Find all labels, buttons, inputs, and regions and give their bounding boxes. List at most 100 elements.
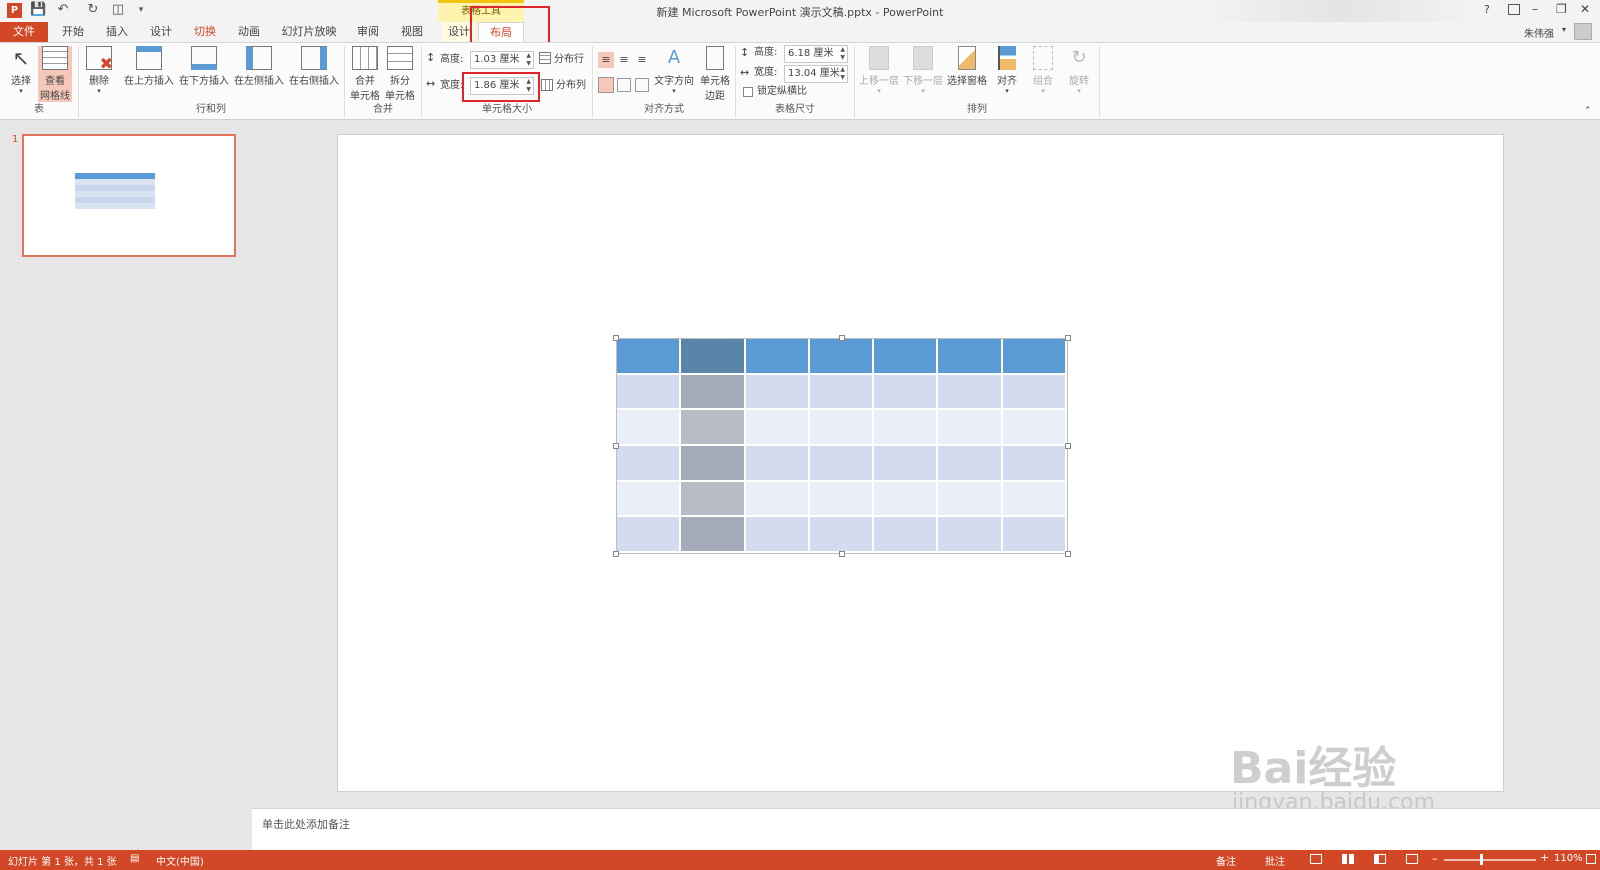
table-cell[interactable] xyxy=(745,374,810,411)
table-cell[interactable] xyxy=(938,374,1003,411)
table-cell[interactable] xyxy=(938,339,1003,375)
resize-handle[interactable] xyxy=(839,335,845,341)
table-cell[interactable] xyxy=(874,339,939,375)
table-cell[interactable] xyxy=(938,445,1003,482)
split-cells-button[interactable]: 拆分 单元格 xyxy=(383,46,417,102)
tab-animations[interactable]: 动画 xyxy=(231,22,267,42)
table-cell[interactable] xyxy=(809,339,875,375)
resize-handle[interactable] xyxy=(613,443,619,449)
table-cell[interactable] xyxy=(681,481,746,518)
spinner-arrows-icon[interactable]: ▲ ▼ xyxy=(526,52,531,68)
text-direction-button[interactable]: A 文字方向 ▾ xyxy=(653,46,695,102)
table-cell[interactable] xyxy=(809,410,875,446)
table-cell[interactable] xyxy=(809,481,875,518)
avatar[interactable] xyxy=(1574,23,1592,40)
start-from-beginning-icon[interactable]: ◫ xyxy=(110,2,126,18)
table-row[interactable] xyxy=(617,517,1067,553)
tab-design[interactable]: 设计 xyxy=(143,22,179,42)
resize-handle[interactable] xyxy=(613,335,619,341)
table-cell[interactable] xyxy=(745,339,810,375)
resize-handle[interactable] xyxy=(613,551,619,557)
close-button[interactable]: ✕ xyxy=(1580,2,1590,16)
table-cell[interactable] xyxy=(681,517,746,553)
align-bottom-icon[interactable] xyxy=(635,78,649,92)
tab-file[interactable]: 文件 xyxy=(0,22,48,42)
table-cell[interactable] xyxy=(681,445,746,482)
spinner-arrows-icon[interactable]: ▲ ▼ xyxy=(840,46,845,62)
undo-icon[interactable]: ↶ xyxy=(55,2,71,18)
slide-table[interactable] xyxy=(617,339,1067,553)
table-row[interactable] xyxy=(617,374,1067,411)
table-cell[interactable] xyxy=(809,445,875,482)
user-dropdown-icon[interactable]: ▾ xyxy=(1562,25,1566,34)
table-cell[interactable] xyxy=(874,374,939,411)
align-right-icon[interactable]: ≡ xyxy=(634,52,650,68)
insert-right-button[interactable]: 在右侧插入 xyxy=(287,46,341,102)
table-cell[interactable] xyxy=(745,445,810,482)
table-cell[interactable] xyxy=(1002,410,1067,446)
notes-toggle[interactable]: 备注 xyxy=(1216,853,1236,868)
align-button[interactable]: 对齐 ▾ xyxy=(990,46,1024,102)
table-cell[interactable] xyxy=(1002,445,1067,482)
table-cell[interactable] xyxy=(809,374,875,411)
tab-review[interactable]: 审阅 xyxy=(350,22,386,42)
table-row[interactable] xyxy=(617,410,1067,446)
tab-home[interactable]: 开始 xyxy=(55,22,91,42)
table-cell[interactable] xyxy=(874,445,939,482)
notes-pane[interactable] xyxy=(252,808,1600,850)
zoom-out-button[interactable]: – xyxy=(1432,852,1438,865)
table-cell[interactable] xyxy=(617,445,682,482)
table-frame[interactable] xyxy=(616,338,1068,554)
distribute-columns-button[interactable]: 分布列 xyxy=(556,77,586,95)
zoom-in-button[interactable]: + xyxy=(1540,851,1549,864)
normal-view-icon[interactable] xyxy=(1310,854,1322,864)
table-height-input[interactable]: 6.18 厘米 ▲ ▼ xyxy=(784,45,848,63)
align-left-icon[interactable]: ≡ xyxy=(598,52,614,68)
notes-placeholder[interactable]: 单击此处添加备注 xyxy=(262,816,350,832)
table-cell[interactable] xyxy=(874,517,939,553)
table-cell[interactable] xyxy=(681,410,746,446)
cell-height-input[interactable]: 1.03 厘米 ▲ ▼ xyxy=(470,51,534,69)
table-cell[interactable] xyxy=(874,481,939,518)
table-cell[interactable] xyxy=(617,339,682,375)
insert-below-button[interactable]: 在下方插入 xyxy=(177,46,231,102)
table-cell[interactable] xyxy=(681,374,746,411)
align-middle-icon[interactable] xyxy=(617,78,631,92)
bring-forward-button[interactable]: 上移一层 ▾ xyxy=(858,46,900,102)
tab-transitions[interactable]: 切换 xyxy=(187,22,223,42)
spell-check-icon[interactable]: ▤ xyxy=(130,853,139,864)
app-logo-icon[interactable]: P xyxy=(7,3,22,18)
table-row[interactable] xyxy=(617,445,1067,482)
slide-thumbnail[interactable] xyxy=(22,134,236,257)
table-cell[interactable] xyxy=(617,410,682,446)
table-cell[interactable] xyxy=(617,374,682,411)
spinner-arrows-icon[interactable]: ▲ ▼ xyxy=(840,66,845,82)
table-cell[interactable] xyxy=(1002,339,1067,375)
insert-left-button[interactable]: 在左侧插入 xyxy=(232,46,286,102)
delete-button[interactable]: ✖ 删除 ▾ xyxy=(82,46,116,102)
minimize-button[interactable]: – xyxy=(1532,2,1538,16)
select-button[interactable]: ↖ 选择 ▾ xyxy=(6,46,36,102)
zoom-level[interactable]: 110% xyxy=(1554,853,1583,864)
selection-pane-button[interactable]: 选择窗格 xyxy=(946,46,988,102)
comments-toggle[interactable]: 批注 xyxy=(1265,853,1285,868)
resize-handle[interactable] xyxy=(1065,551,1071,557)
table-cell[interactable] xyxy=(1002,374,1067,411)
tab-insert[interactable]: 插入 xyxy=(99,22,135,42)
table-cell[interactable] xyxy=(809,517,875,553)
save-icon[interactable]: 💾 xyxy=(30,2,46,18)
customize-qat-icon[interactable]: ▾ xyxy=(133,2,149,18)
align-top-icon[interactable] xyxy=(598,77,614,93)
help-icon[interactable]: ? xyxy=(1484,3,1490,16)
send-backward-button[interactable]: 下移一层 ▾ xyxy=(902,46,944,102)
table-header-row[interactable] xyxy=(617,339,1067,375)
table-cell[interactable] xyxy=(617,481,682,518)
language-indicator[interactable]: 中文(中国) xyxy=(156,853,204,868)
group-button[interactable]: 组合 ▾ xyxy=(1026,46,1060,102)
resize-handle[interactable] xyxy=(1065,443,1071,449)
slideshow-icon[interactable] xyxy=(1406,854,1418,864)
tab-view[interactable]: 视图 xyxy=(394,22,430,42)
table-cell[interactable] xyxy=(938,410,1003,446)
table-cell[interactable] xyxy=(938,517,1003,553)
table-cell[interactable] xyxy=(1002,481,1067,518)
